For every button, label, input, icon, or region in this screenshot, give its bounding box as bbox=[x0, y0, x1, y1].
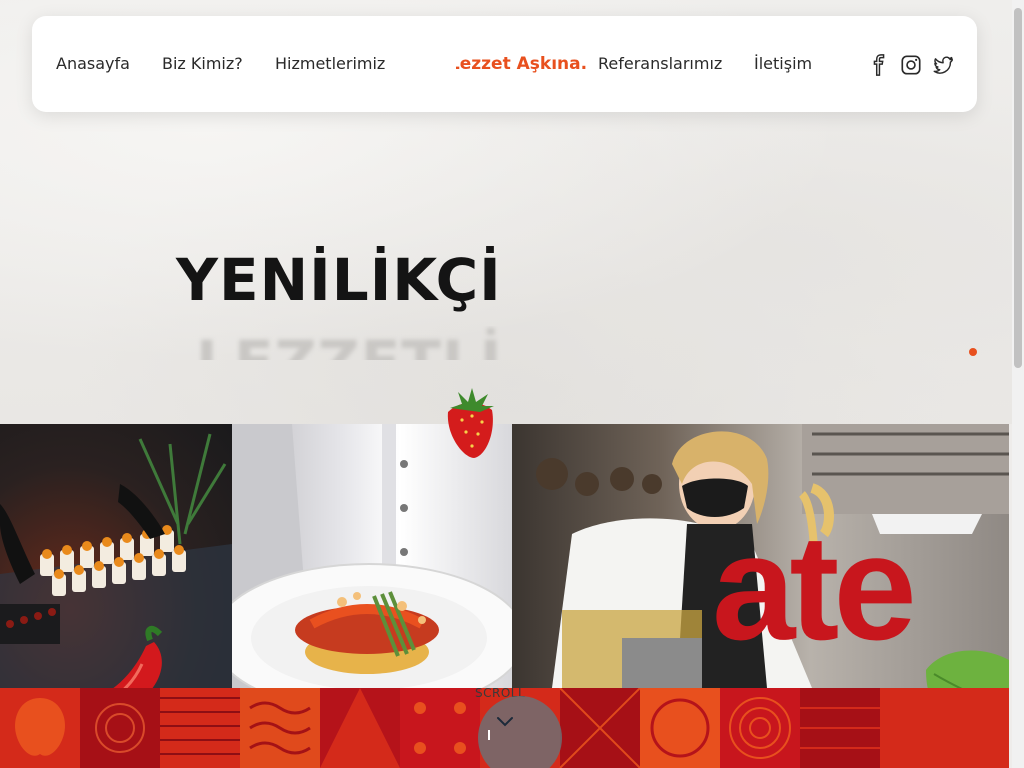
scroll-down-button[interactable] bbox=[478, 696, 562, 768]
nav-link-about[interactable]: Biz Kimiz? bbox=[162, 16, 243, 112]
brand-text: Lezzet Aşkına. bbox=[456, 54, 588, 74]
slider-dot[interactable] bbox=[969, 348, 977, 356]
nav-link-services[interactable]: Hizmetlerimiz bbox=[275, 16, 385, 112]
hero-subtitle: LEZZETLİ bbox=[196, 328, 502, 360]
chevron-down-icon bbox=[488, 717, 513, 740]
ate-logo: ate bbox=[712, 503, 917, 671]
navbar: Anasayfa Biz Kimiz? Hizmetlerimiz Lezzet… bbox=[32, 16, 977, 112]
nav-link-contact[interactable]: İletişim bbox=[754, 16, 812, 112]
facebook-icon[interactable] bbox=[868, 54, 890, 76]
twitter-icon[interactable] bbox=[932, 54, 954, 76]
nav-link-home[interactable]: Anasayfa bbox=[56, 16, 130, 112]
photo-chef-plate bbox=[232, 424, 512, 688]
strawberry-decoration bbox=[440, 386, 500, 460]
nav-link-references[interactable]: Referanslarımız bbox=[598, 16, 722, 112]
hero-subtitle-clip: LEZZETLİ bbox=[176, 326, 506, 360]
nav-brand-link[interactable]: Lezzet Aşkına. bbox=[456, 16, 592, 112]
instagram-icon[interactable] bbox=[900, 54, 922, 76]
page-scrollbar-thumb[interactable] bbox=[1014, 8, 1022, 368]
page-scrollbar[interactable] bbox=[1012, 0, 1024, 768]
hero-title: YENİLİKÇİ bbox=[176, 246, 502, 314]
